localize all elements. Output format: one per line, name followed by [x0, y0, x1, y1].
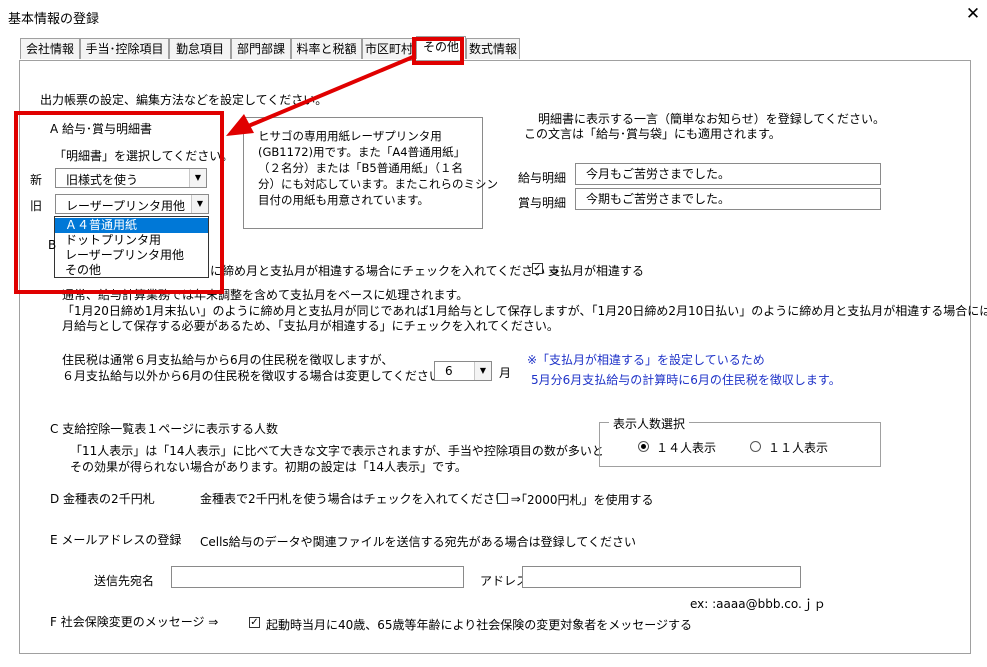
annotation-arrow-icon [226, 55, 414, 136]
